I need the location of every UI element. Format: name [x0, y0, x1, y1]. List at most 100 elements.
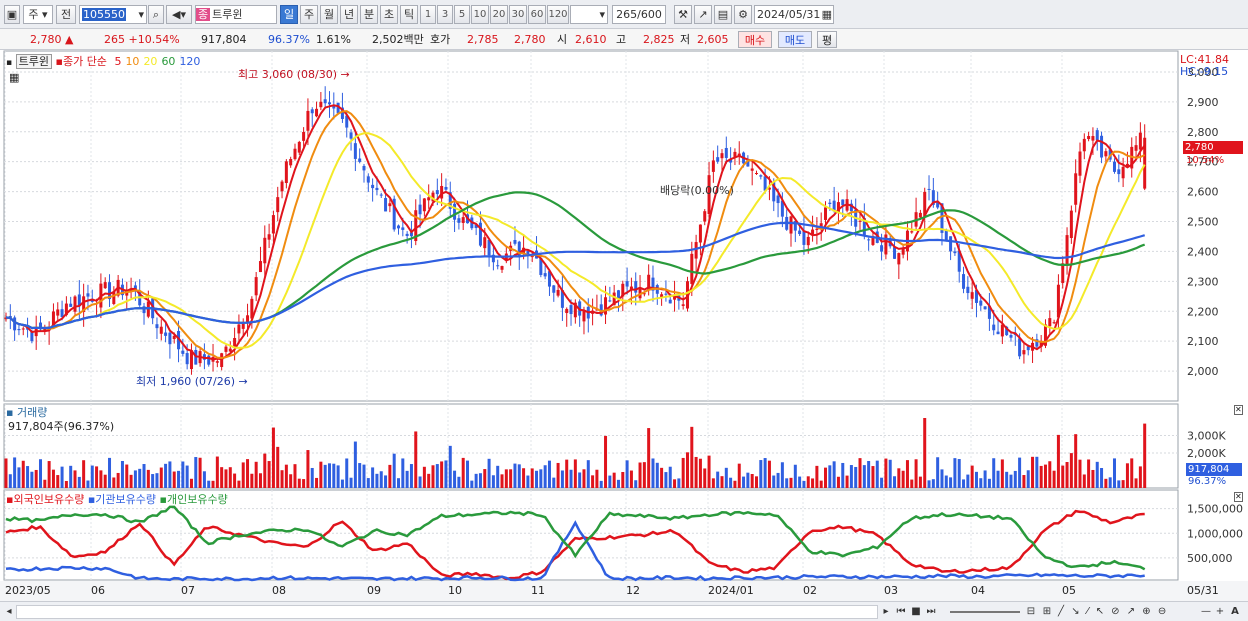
volume-bar [608, 475, 612, 488]
x-axis-label: 04 [971, 584, 985, 597]
candle-body [582, 310, 586, 322]
volume-bar [681, 457, 685, 488]
legend-ma-2: 20 [143, 55, 158, 68]
volume-bar [1035, 456, 1039, 488]
volume-bar [306, 450, 310, 488]
candle-body [750, 168, 754, 171]
holdings-foreign-text: 외국인보유수량 [13, 493, 85, 506]
candle-body [73, 296, 77, 312]
legend-ma-label: ▪종가 단순 [55, 55, 107, 68]
candle-body [496, 265, 500, 267]
candle-body [366, 176, 370, 183]
candle-body [858, 220, 862, 222]
candle-body [483, 237, 487, 249]
stock-chart[interactable]: 2,0002,1002,2002,3002,4002,5002,6002,700… [0, 0, 1248, 621]
volume-bar [742, 476, 746, 488]
table-icon[interactable]: ▦ [9, 71, 19, 84]
volume-bar [759, 460, 763, 488]
volume-bar [517, 464, 521, 488]
candle-body [241, 323, 245, 329]
volume-bar [664, 472, 668, 488]
stop-icon[interactable]: ■ [910, 605, 922, 619]
volume-bar [560, 470, 564, 488]
scroll-track[interactable] [16, 605, 878, 619]
volume-bar [1048, 461, 1052, 488]
candle-body [233, 338, 237, 347]
minus-icon[interactable]: — [1200, 605, 1212, 619]
candle-body [254, 277, 258, 296]
volume-bar [1108, 477, 1112, 488]
candle-body [21, 328, 25, 330]
volume-bar [612, 472, 616, 488]
volume-bar [164, 463, 168, 488]
holdings-close-icon[interactable]: ✕ [1234, 492, 1243, 502]
price-tick-label: 2,600 [1187, 186, 1219, 199]
zoom-fit-icon[interactable]: ⊞ [1040, 605, 1054, 619]
candle-body [983, 306, 987, 310]
legend-stock-name[interactable]: 트루윈 [15, 54, 52, 69]
volume-bar [565, 459, 569, 488]
candle-body [155, 324, 159, 329]
candle-body [418, 204, 422, 215]
volume-bar [953, 458, 957, 488]
candle-body [569, 305, 573, 315]
candle-body [802, 230, 806, 245]
volume-bar [77, 476, 81, 488]
volume-tag-pct: 96.37% [1188, 476, 1227, 487]
volume-bar [1095, 461, 1099, 488]
volume-bar [940, 469, 944, 488]
volume-bar [798, 476, 802, 488]
drawing-tools[interactable]: ╱ ↘ ⁄ ↖ ⊘ ↗ ⊕ ⊖ [1058, 605, 1208, 619]
candle-body [979, 300, 983, 306]
volume-bar [1013, 470, 1017, 488]
volume-bar [159, 467, 163, 488]
x-axis-label: 07 [181, 584, 195, 597]
legend-box-icon[interactable]: ▪ [6, 58, 12, 68]
candle-body [258, 261, 262, 273]
volume-bar [957, 459, 961, 488]
candle-body [720, 153, 724, 159]
x-axis-label: 05 [1062, 584, 1076, 597]
volume-bar [1000, 459, 1004, 488]
plus-icon[interactable]: + [1214, 605, 1226, 619]
volume-bar [108, 457, 112, 488]
candle-body [1087, 136, 1091, 140]
play-icon[interactable]: ⏭ [924, 605, 938, 619]
volume-bar [254, 461, 258, 488]
zoom-out-icon[interactable]: ⊟ [1024, 605, 1038, 619]
volume-bar [220, 467, 224, 488]
scroll-bar[interactable]: ◂ ▸ ⏮ ■ ⏭ ⊟ ⊞ ╱ ↘ ⁄ ↖ ⊘ ↗ ⊕ ⊖ — + A [0, 601, 1248, 621]
volume-bar [629, 470, 633, 488]
volume-bar [802, 480, 806, 488]
volume-bar [4, 458, 8, 488]
volume-bar [409, 464, 413, 488]
volume-bar [43, 479, 47, 488]
candle-body [271, 215, 275, 234]
scroll-right-icon[interactable]: ▸ [880, 605, 892, 619]
candle-body [56, 309, 60, 316]
volume-bar [388, 464, 392, 488]
rewind-icon[interactable]: ⏮ [894, 605, 908, 619]
volume-bar [51, 469, 55, 488]
zoom-slider[interactable] [950, 611, 1020, 613]
volume-bar [34, 469, 38, 488]
scroll-left-icon[interactable]: ◂ [4, 605, 14, 619]
volume-bar [569, 469, 573, 488]
candle-body [405, 233, 409, 236]
holdings-foreign-label: ▪외국인보유수량 [6, 493, 85, 506]
volume-bar [1052, 470, 1056, 488]
volume-tick-label: 2,000K [1187, 447, 1226, 460]
x-axis-label: 11 [531, 584, 545, 597]
holdings-individual-text: 개인보유수량 [166, 493, 228, 506]
text-tool-icon[interactable]: A [1228, 605, 1242, 619]
volume-bar [552, 477, 556, 488]
candle-body [543, 273, 547, 277]
volume-bar [1022, 475, 1026, 488]
volume-bar [927, 480, 931, 488]
volume-bar [936, 457, 940, 488]
volume-bar [297, 478, 301, 488]
candle-body [884, 234, 888, 255]
volume-bar [595, 469, 599, 488]
volume-close-icon[interactable]: ✕ [1234, 405, 1243, 415]
volume-info: 917,804주(96.37%) [8, 420, 115, 433]
